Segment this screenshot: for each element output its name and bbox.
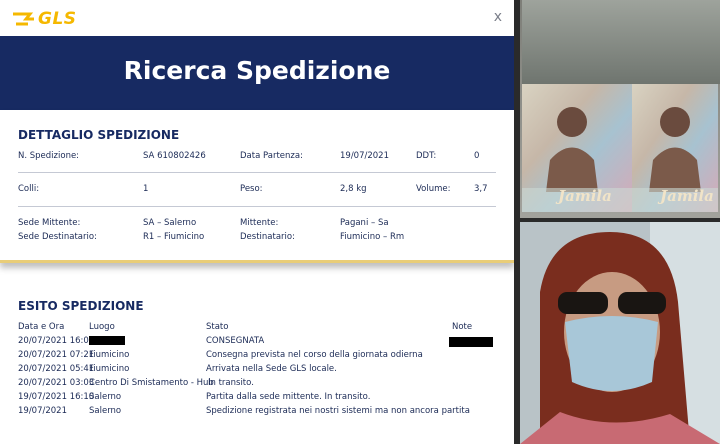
esito-section-title: ESITO SPEDIZIONE [18,299,144,313]
redacted-location [89,336,125,345]
row-status: Consegna prevista nel corso della giorna… [206,350,423,360]
n-spedizione-value: SA 610802426 [143,151,206,161]
volume-value: 3,7 [474,184,488,194]
mittente-value: Pagani – Sa [340,218,389,228]
volume-label: Volume: [416,184,451,194]
product-label: Jamila [558,187,612,205]
row-location: Fiumicino [89,364,130,374]
product-photo: Jamila Jamila [520,0,720,218]
column-header-note: Note [452,322,473,332]
sede-destinatario-label: Sede Destinatario: [18,232,97,242]
ddt-label: DDT: [416,151,437,161]
gls-logo-text: GLS [38,9,77,29]
product-label: Jamila [660,187,714,205]
gls-logo-mark-icon [13,12,34,26]
row-date: 20/07/2021 03:03 [18,378,95,388]
row-location: Fiumicino [89,350,130,360]
data-partenza-value: 19/07/2021 [340,151,389,161]
selfie-image [520,222,720,444]
row-date: 20/07/2021 07:21 [18,350,95,360]
row-status: Arrivata nella Sede GLS locale. [206,364,337,374]
mittente-label: Mittente: [240,218,279,228]
row-status: Partita dalla sede mittente. In transito… [206,392,371,402]
row-location: Salerno [89,392,122,402]
column-header-luogo: Luogo [89,322,115,332]
peso-label: Peso: [240,184,263,194]
detail-section-title: DETTAGLIO SPEDIZIONE [18,128,180,142]
sede-mittente-label: Sede Mittente: [18,218,81,228]
colli-label: Colli: [18,184,40,194]
n-spedizione-label: N. Spedizione: [18,151,80,161]
top-bar: GLS x [0,0,514,36]
divider [18,206,496,207]
gls-logo: GLS [12,9,77,29]
row-status: In transito. [208,378,254,388]
title-banner: Ricerca Spedizione [0,36,514,110]
photo-column: Jamila Jamila [514,0,720,444]
peso-value: 2,8 kg [340,184,367,194]
row-date: 19/07/2021 [18,406,67,416]
colli-value: 1 [143,184,149,194]
sede-destinatario-value: R1 – Fiumicino [143,232,205,242]
page-title: Ricerca Spedizione [123,56,391,85]
destinatario-value: Fiumicino – Rm [340,232,405,242]
row-date: 20/07/2021 05:41 [18,364,95,374]
gls-tracking-panel: GLS x Ricerca Spedizione DETTAGLIO SPEDI… [0,0,514,444]
row-location: Centro Di Smistamento - Hub [89,378,214,388]
divider [18,172,496,173]
column-header-data: Data e Ora [18,322,65,332]
data-partenza-label: Data Partenza: [240,151,303,161]
ddt-value: 0 [474,151,480,161]
row-date: 20/07/2021 16:05 [18,336,95,346]
close-button[interactable]: x [494,9,502,25]
product-package-image [520,0,720,218]
detail-card: DETTAGLIO SPEDIZIONE N. Spedizione: SA 6… [0,110,514,263]
row-status: CONSEGNATA [206,336,265,346]
row-date: 19/07/2021 16:10 [18,392,95,402]
redacted-note [449,337,493,347]
selfie-photo [520,222,720,444]
destinatario-label: Destinatario: [240,232,295,242]
row-location: Salerno [89,406,122,416]
row-status: Spedizione registrata nei nostri sistemi… [206,406,470,416]
sede-mittente-value: SA – Salerno [143,218,197,228]
column-header-stato: Stato [206,322,229,332]
